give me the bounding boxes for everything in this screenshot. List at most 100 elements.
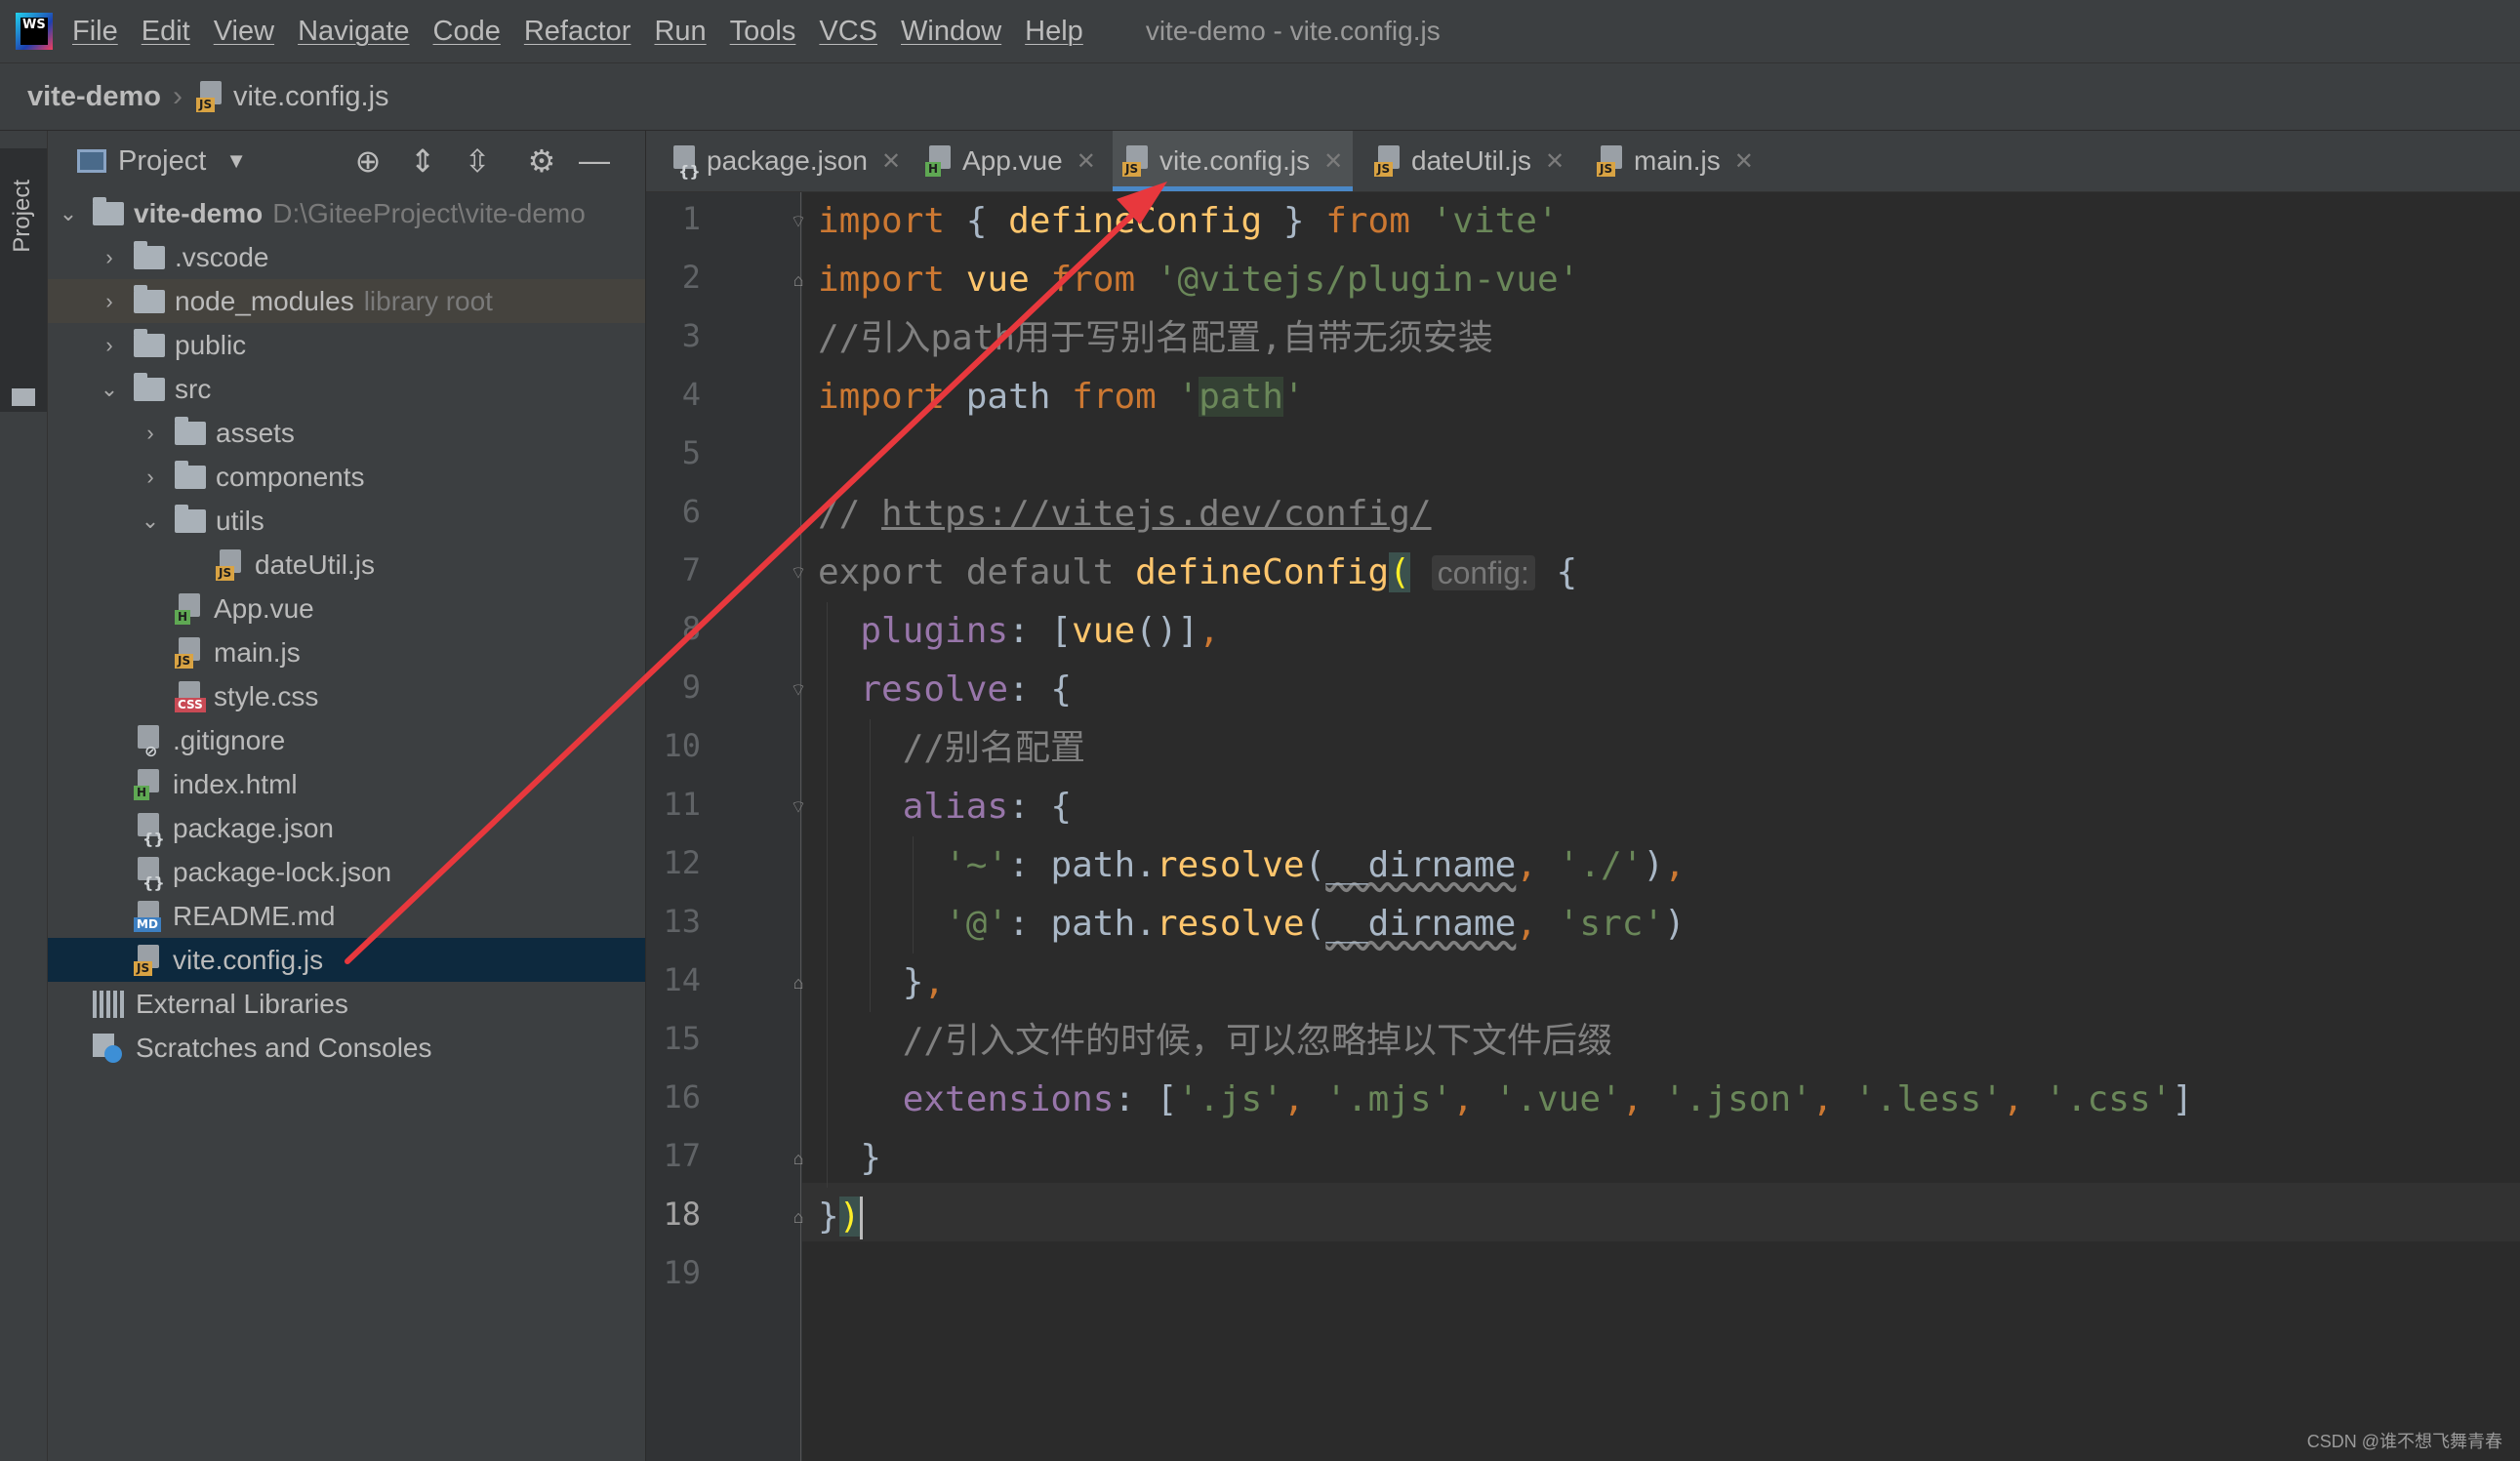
tab-vite-config[interactable]: JS vite.config.js ✕ bbox=[1113, 131, 1354, 191]
tree-item-public[interactable]: › public bbox=[48, 323, 645, 367]
tree-item-label: public bbox=[175, 329, 247, 360]
chevron-right-icon[interactable]: › bbox=[99, 245, 120, 270]
tree-item-label: src bbox=[175, 373, 212, 404]
chevron-down-icon[interactable]: ⌄ bbox=[58, 201, 79, 226]
menu-window[interactable]: Window bbox=[901, 16, 1001, 48]
tab-dateutil[interactable]: JS dateUtil.js ✕ bbox=[1364, 131, 1574, 191]
close-icon[interactable]: ✕ bbox=[881, 147, 901, 176]
tree-item-label: package-lock.json bbox=[173, 856, 392, 887]
tree-item-external-libraries[interactable]: External Libraries bbox=[48, 982, 645, 1026]
menu-navigate[interactable]: Navigate bbox=[298, 16, 409, 48]
tree-item-label: App.vue bbox=[214, 592, 314, 624]
tree-item-scratches[interactable]: Scratches and Consoles bbox=[48, 1026, 645, 1070]
fold-icon[interactable]: ⌔ bbox=[789, 563, 808, 583]
code-editor[interactable]: 1 2 3 4 5 6 7 8 9 10 11 12 13 14 15 16 1… bbox=[646, 192, 2520, 1461]
folder-icon bbox=[134, 328, 165, 357]
line-number: 17 bbox=[663, 1137, 701, 1174]
fold-icon[interactable]: ⌂ bbox=[789, 973, 808, 993]
chevron-down-icon[interactable]: ▼ bbox=[225, 148, 247, 174]
fold-icon[interactable]: ⌔ bbox=[789, 680, 808, 700]
tree-item-style-css[interactable]: CSS style.css bbox=[48, 674, 645, 718]
line-number: 7 bbox=[681, 551, 701, 588]
code-line: // https://vitejs.dev/config/ bbox=[818, 494, 1432, 534]
tab-main-js[interactable]: JS main.js ✕ bbox=[1587, 131, 1764, 191]
code-line: plugins: [vue()], bbox=[860, 611, 1220, 651]
tree-item-package-lock-json[interactable]: {} package-lock.json bbox=[48, 850, 645, 894]
tree-item-components[interactable]: › components bbox=[48, 455, 645, 499]
tree-item-label: style.css bbox=[214, 680, 319, 711]
tree-item-src[interactable]: ⌄ src bbox=[48, 367, 645, 411]
chevron-right-icon[interactable]: › bbox=[140, 421, 161, 446]
close-icon[interactable]: ✕ bbox=[1734, 147, 1754, 176]
project-panel: Project ▼ ⊕ ⇕ ⇳ ⚙ — ⌄ vite-demo D:\Gitee… bbox=[48, 131, 646, 1461]
tree-item-index-html[interactable]: H index.html bbox=[48, 762, 645, 806]
breadcrumb-project[interactable]: vite-demo bbox=[27, 81, 161, 113]
line-number: 13 bbox=[663, 903, 701, 940]
chevron-right-icon[interactable]: › bbox=[99, 289, 120, 314]
project-view-selector[interactable]: Project bbox=[118, 145, 206, 178]
tree-item-assets[interactable]: › assets bbox=[48, 411, 645, 455]
parameter-hint: config: bbox=[1431, 555, 1535, 590]
code-line: extensions: ['.js', '.mjs', '.vue', '.js… bbox=[902, 1079, 2193, 1119]
chevron-right-icon[interactable]: › bbox=[99, 333, 120, 358]
fold-icon[interactable]: ⌂ bbox=[789, 1149, 808, 1168]
hide-panel-icon[interactable]: — bbox=[575, 142, 614, 179]
close-icon[interactable]: ✕ bbox=[1077, 147, 1096, 176]
menu-code[interactable]: Code bbox=[433, 16, 501, 48]
project-tool-label: Project bbox=[9, 180, 35, 253]
line-number: 3 bbox=[681, 317, 701, 354]
gear-icon[interactable]: ⚙ bbox=[522, 142, 561, 180]
tree-item-vite-config[interactable]: JS vite.config.js bbox=[48, 938, 645, 982]
menu-view[interactable]: View bbox=[214, 16, 274, 48]
chevron-right-icon[interactable]: › bbox=[140, 465, 161, 490]
fold-icon[interactable]: ⌂ bbox=[789, 1207, 808, 1227]
tab-app-vue[interactable]: H App.vue ✕ bbox=[915, 131, 1106, 191]
close-icon[interactable]: ✕ bbox=[1323, 147, 1343, 176]
menu-tools[interactable]: Tools bbox=[730, 16, 796, 48]
line-number: 6 bbox=[681, 493, 701, 530]
chevron-down-icon[interactable]: ⌄ bbox=[140, 508, 161, 534]
tree-item-vite-demo[interactable]: ⌄ vite-demo D:\GiteeProject\vite-demo bbox=[48, 191, 645, 235]
code-line: //引入path用于写别名配置,自带无须安装 bbox=[818, 318, 1493, 358]
tree-item-node-modules[interactable]: › node_modules library root bbox=[48, 279, 645, 323]
code-line: }, bbox=[818, 962, 946, 1002]
tree-item-gitignore[interactable]: ⊘ .gitignore bbox=[48, 718, 645, 762]
tree-item-dateutil[interactable]: JS dateUtil.js bbox=[48, 543, 645, 587]
ignore-file-icon: ⊘ bbox=[134, 724, 163, 758]
menu-edit[interactable]: Edit bbox=[142, 16, 190, 48]
tree-item-main-js[interactable]: JS main.js bbox=[48, 630, 645, 674]
fold-icon[interactable]: ⌔ bbox=[789, 797, 808, 817]
tree-item-utils[interactable]: ⌄ utils bbox=[48, 499, 645, 543]
folder-icon bbox=[134, 284, 165, 313]
menu-file[interactable]: File bbox=[72, 16, 118, 48]
js-file-icon: JS bbox=[1597, 145, 1626, 177]
line-number: 12 bbox=[663, 844, 701, 881]
menu-help[interactable]: Help bbox=[1025, 16, 1083, 48]
tree-item-vscode[interactable]: › .vscode bbox=[48, 235, 645, 279]
menu-vcs[interactable]: VCS bbox=[819, 16, 877, 48]
text-caret bbox=[860, 1197, 864, 1239]
breadcrumb-file[interactable]: vite.config.js bbox=[233, 81, 389, 113]
line-number: 18 bbox=[663, 1196, 701, 1233]
locate-icon[interactable]: ⊕ bbox=[348, 142, 387, 180]
folder-icon bbox=[93, 196, 124, 225]
fold-icon[interactable]: ⌂ bbox=[789, 270, 808, 290]
expand-all-icon[interactable]: ⇕ bbox=[403, 142, 442, 180]
tree-item-app-vue[interactable]: H App.vue bbox=[48, 587, 645, 630]
fold-icon[interactable]: ⌔ bbox=[789, 212, 808, 231]
fold-divider bbox=[800, 192, 801, 1461]
scratches-icon bbox=[93, 1033, 124, 1063]
chevron-down-icon[interactable]: ⌄ bbox=[99, 377, 120, 402]
menu-refactor[interactable]: Refactor bbox=[524, 16, 631, 48]
config-docs-link[interactable]: https://vitejs.dev/config/ bbox=[881, 494, 1432, 534]
tree-item-package-json[interactable]: {} package.json bbox=[48, 806, 645, 850]
tree-item-readme[interactable]: MD README.md bbox=[48, 894, 645, 938]
line-number: 10 bbox=[663, 727, 701, 764]
tab-package-json[interactable]: {} package.json ✕ bbox=[660, 131, 911, 191]
tree-item-label: .vscode bbox=[175, 241, 269, 272]
menu-run[interactable]: Run bbox=[654, 16, 706, 48]
collapse-all-icon[interactable]: ⇳ bbox=[458, 142, 497, 180]
vue-file-icon: H bbox=[175, 592, 204, 625]
close-icon[interactable]: ✕ bbox=[1545, 147, 1565, 176]
project-tool-button[interactable]: Project bbox=[0, 148, 47, 412]
